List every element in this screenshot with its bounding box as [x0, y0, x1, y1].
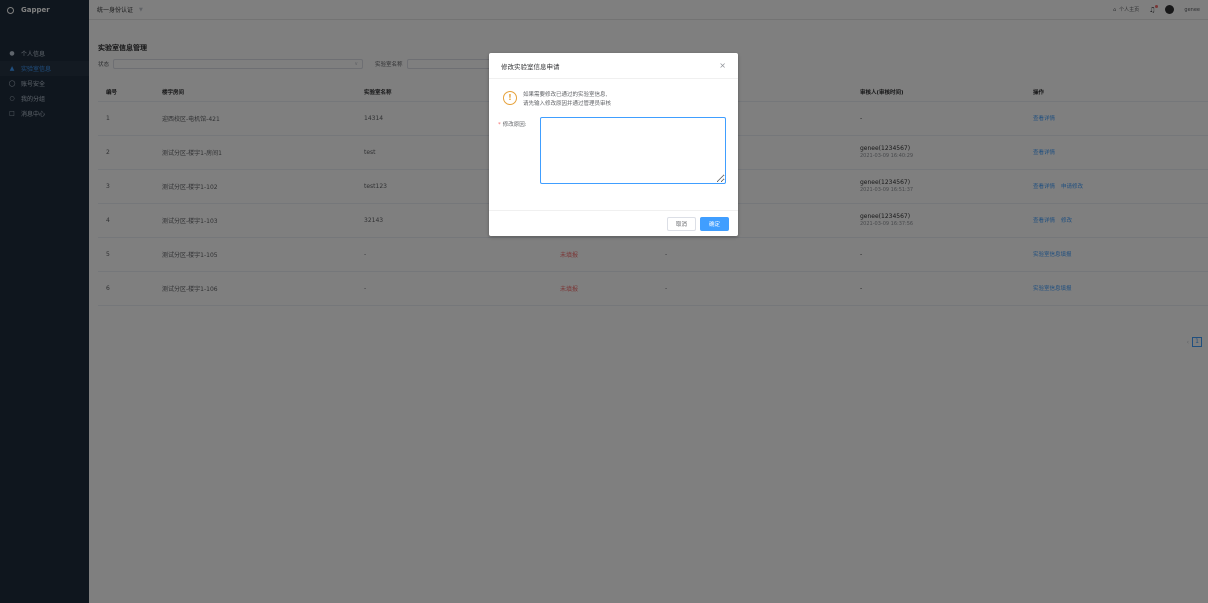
required-mark: * [498, 122, 501, 128]
dialog-alert: ! 如果需要修改已通过的实验室信息, 请先输入修改原因并通过管理员审核 [489, 79, 738, 109]
close-icon[interactable]: × [719, 61, 726, 70]
modify-request-dialog: 修改实验室信息申请 × ! 如果需要修改已通过的实验室信息, 请先输入修改原因并… [489, 53, 738, 236]
warning-icon: ! [503, 91, 517, 105]
reason-label: * 修改原因: [498, 117, 540, 128]
reason-label-text: 修改原因: [502, 122, 527, 128]
dialog-header: 修改实验室信息申请 × [489, 53, 738, 79]
cancel-button[interactable]: 取消 [666, 216, 696, 231]
reason-form-row: * 修改原因: [489, 109, 738, 184]
dialog-footer: 取消 确定 [489, 210, 738, 236]
confirm-button[interactable]: 确定 [699, 216, 729, 231]
dialog-title: 修改实验室信息申请 [501, 62, 560, 71]
alert-line: 请先输入修改原因并通过管理员审核 [523, 101, 612, 107]
alert-line: 如果需要修改已通过的实验室信息, [523, 92, 608, 98]
reason-textarea[interactable] [539, 117, 726, 184]
alert-text: 如果需要修改已通过的实验室信息, 请先输入修改原因并通过管理员审核 [523, 91, 611, 109]
